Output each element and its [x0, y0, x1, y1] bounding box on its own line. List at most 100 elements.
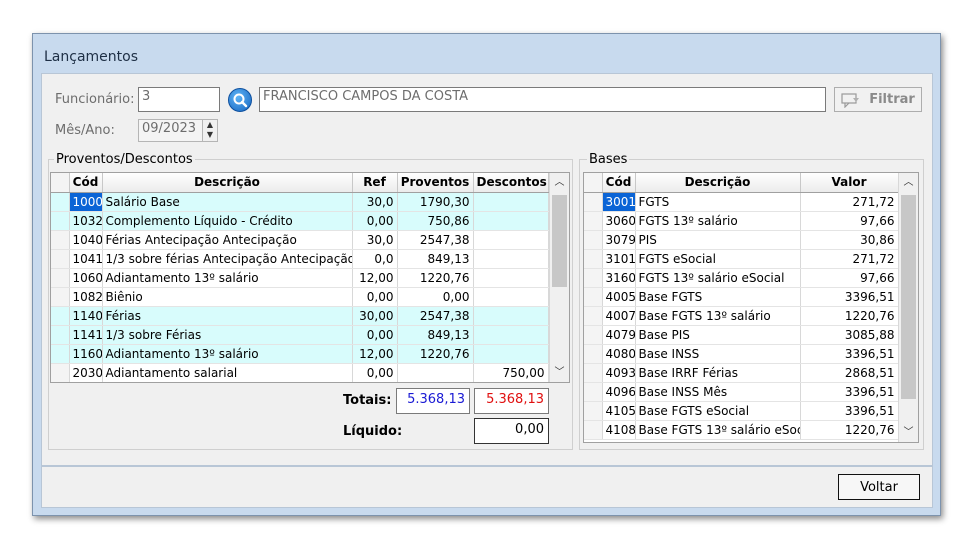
bases-scrollbar[interactable]: ︿ ﹀: [898, 173, 918, 442]
cell-valor: 3085,88: [800, 325, 899, 345]
proventos-scrollbar[interactable]: ︿ ﹀: [549, 173, 569, 382]
table-row[interactable]: 4096 Base INSS Mês 3396,51: [584, 382, 899, 402]
cell-proventos: 849,13: [397, 325, 474, 345]
table-row[interactable]: 1141 1/3 sobre Férias 0,00 849,13: [51, 325, 549, 345]
search-employee-button[interactable]: [228, 88, 252, 112]
cell-cod: 3060: [602, 211, 636, 231]
col-valor[interactable]: Valor: [800, 173, 899, 193]
bases-grid[interactable]: Cód Descrição Valor 3001 FGTS 271,72 3060 FG…: [583, 172, 919, 443]
table-row[interactable]: 1082 Biênio 0,00 0,00: [51, 287, 549, 307]
table-row[interactable]: 1160 Adiantamento 13º salário 12,00 1220,76: [51, 344, 549, 364]
cell-descricao: 1/3 sobre férias Antecipação Antecipação: [102, 249, 353, 269]
table-row[interactable]: 1140 Férias 30,00 2547,38: [51, 306, 549, 326]
cell-valor: 3396,51: [800, 382, 899, 402]
cell-cod: 1000: [69, 192, 103, 212]
table-row[interactable]: 1060 Adiantamento 13º salário 12,00 1220,76: [51, 268, 549, 288]
voltar-button[interactable]: Voltar: [838, 474, 920, 500]
cell-descontos: [473, 230, 549, 250]
col-descricao[interactable]: Descrição: [635, 173, 801, 193]
table-row[interactable]: 3079 PIS 30,86: [584, 230, 899, 250]
col-descricao[interactable]: Descrição: [102, 173, 353, 193]
table-row[interactable]: 2030 Adiantamento salarial 0,00 750,00: [51, 363, 549, 382]
employee-code-input[interactable]: 3: [138, 87, 220, 112]
row-indicator-header: [584, 173, 603, 193]
col-descontos[interactable]: Descontos: [473, 173, 549, 193]
filter-icon: [841, 92, 860, 108]
col-proventos[interactable]: Proventos: [397, 173, 474, 193]
cell-descontos: [473, 325, 549, 345]
row-indicator: [51, 344, 70, 364]
table-row[interactable]: 1032 Complemento Líquido - Crédito 0,00 750…: [51, 211, 549, 231]
scroll-thumb[interactable]: [552, 195, 567, 287]
cell-descricao: FGTS 13º salário: [635, 211, 801, 231]
cell-cod: 1141: [69, 325, 103, 345]
row-indicator: [584, 401, 603, 421]
employee-name-field[interactable]: FRANCISCO CAMPOS DA COSTA: [259, 87, 826, 112]
col-ref[interactable]: Ref: [352, 173, 398, 193]
cell-cod: 1140: [69, 306, 103, 326]
cell-cod: 4005: [602, 287, 636, 307]
table-row[interactable]: 3160 FGTS 13º salário eSocial 97,66: [584, 268, 899, 288]
table-row[interactable]: 1000 Salário Base 30,0 1790,30: [51, 192, 549, 212]
cell-descricao: Base FGTS 13º salário eSocial: [635, 420, 801, 440]
cell-proventos: 1790,30: [397, 192, 474, 212]
row-indicator: [51, 287, 70, 307]
cell-ref: 12,00: [352, 268, 398, 288]
row-indicator: [51, 249, 70, 269]
col-cod[interactable]: Cód: [602, 173, 636, 193]
cell-proventos: 1220,76: [397, 268, 474, 288]
cell-cod: 3160: [602, 268, 636, 288]
cell-cod: 4080: [602, 344, 636, 364]
table-row[interactable]: 4079 Base PIS 3085,88: [584, 325, 899, 345]
cell-descricao: Base IRRF Férias: [635, 363, 801, 383]
scroll-up-icon[interactable]: ︿: [550, 173, 569, 192]
cell-descricao: FGTS: [635, 192, 801, 212]
employee-label: Funcionário:: [55, 92, 135, 107]
scroll-up-icon[interactable]: ︿: [899, 173, 918, 192]
search-icon: [233, 93, 248, 108]
table-row[interactable]: 3101 FGTS eSocial 271,72: [584, 249, 899, 269]
row-indicator: [51, 363, 70, 382]
cell-descricao: Biênio: [102, 287, 353, 307]
table-row[interactable]: 3001 FGTS 271,72: [584, 192, 899, 212]
row-indicator: [584, 306, 603, 326]
filter-button[interactable]: Filtrar: [834, 87, 922, 112]
scroll-thumb[interactable]: [901, 195, 916, 399]
cell-descricao: Férias: [102, 306, 353, 326]
table-row[interactable]: 4007 Base FGTS 13º salário 1220,76: [584, 306, 899, 326]
bases-title: Bases: [587, 152, 630, 167]
table-row[interactable]: 1040 Férias Antecipação Antecipação 30,0 25…: [51, 230, 549, 250]
table-row[interactable]: 4108 Base FGTS 13º salário eSocial 1220,76: [584, 420, 899, 440]
cell-descricao: Base FGTS eSocial: [635, 401, 801, 421]
period-label: Mês/Ano:: [55, 123, 115, 138]
col-cod[interactable]: Cód: [69, 173, 103, 193]
row-indicator: [584, 344, 603, 364]
period-spinner[interactable]: ▲ ▼: [202, 119, 218, 142]
row-indicator: [584, 211, 603, 231]
table-row[interactable]: 3060 FGTS 13º salário 97,66: [584, 211, 899, 231]
scroll-down-icon[interactable]: ﹀: [899, 423, 918, 442]
cell-cod: 3079: [602, 230, 636, 250]
spin-up-icon[interactable]: ▲: [203, 120, 217, 130]
cell-proventos: 2547,38: [397, 230, 474, 250]
table-row[interactable]: 1041 1/3 sobre férias Antecipação Antecip…: [51, 249, 549, 269]
row-indicator: [584, 287, 603, 307]
cell-descontos: [473, 344, 549, 364]
window-title: Lançamentos: [44, 49, 139, 65]
row-indicator: [51, 192, 70, 212]
row-indicator: [584, 325, 603, 345]
proventos-grid[interactable]: Cód Descrição Ref Proventos Descontos 10…: [50, 172, 570, 383]
spin-down-icon[interactable]: ▼: [203, 130, 217, 140]
scroll-down-icon[interactable]: ﹀: [550, 363, 569, 382]
table-row[interactable]: 4080 Base INSS 3396,51: [584, 344, 899, 364]
table-row[interactable]: 4005 Base FGTS 3396,51: [584, 287, 899, 307]
cell-valor: 3396,51: [800, 287, 899, 307]
row-indicator: [584, 268, 603, 288]
liquido-label: Líquido:: [343, 424, 403, 439]
table-row[interactable]: 4105 Base FGTS eSocial 3396,51: [584, 401, 899, 421]
table-row[interactable]: 4093 Base IRRF Férias 2868,51: [584, 363, 899, 383]
filter-button-label: Filtrar: [869, 92, 915, 107]
period-input[interactable]: 09/2023: [138, 119, 204, 142]
cell-cod: 3101: [602, 249, 636, 269]
row-indicator: [584, 249, 603, 269]
